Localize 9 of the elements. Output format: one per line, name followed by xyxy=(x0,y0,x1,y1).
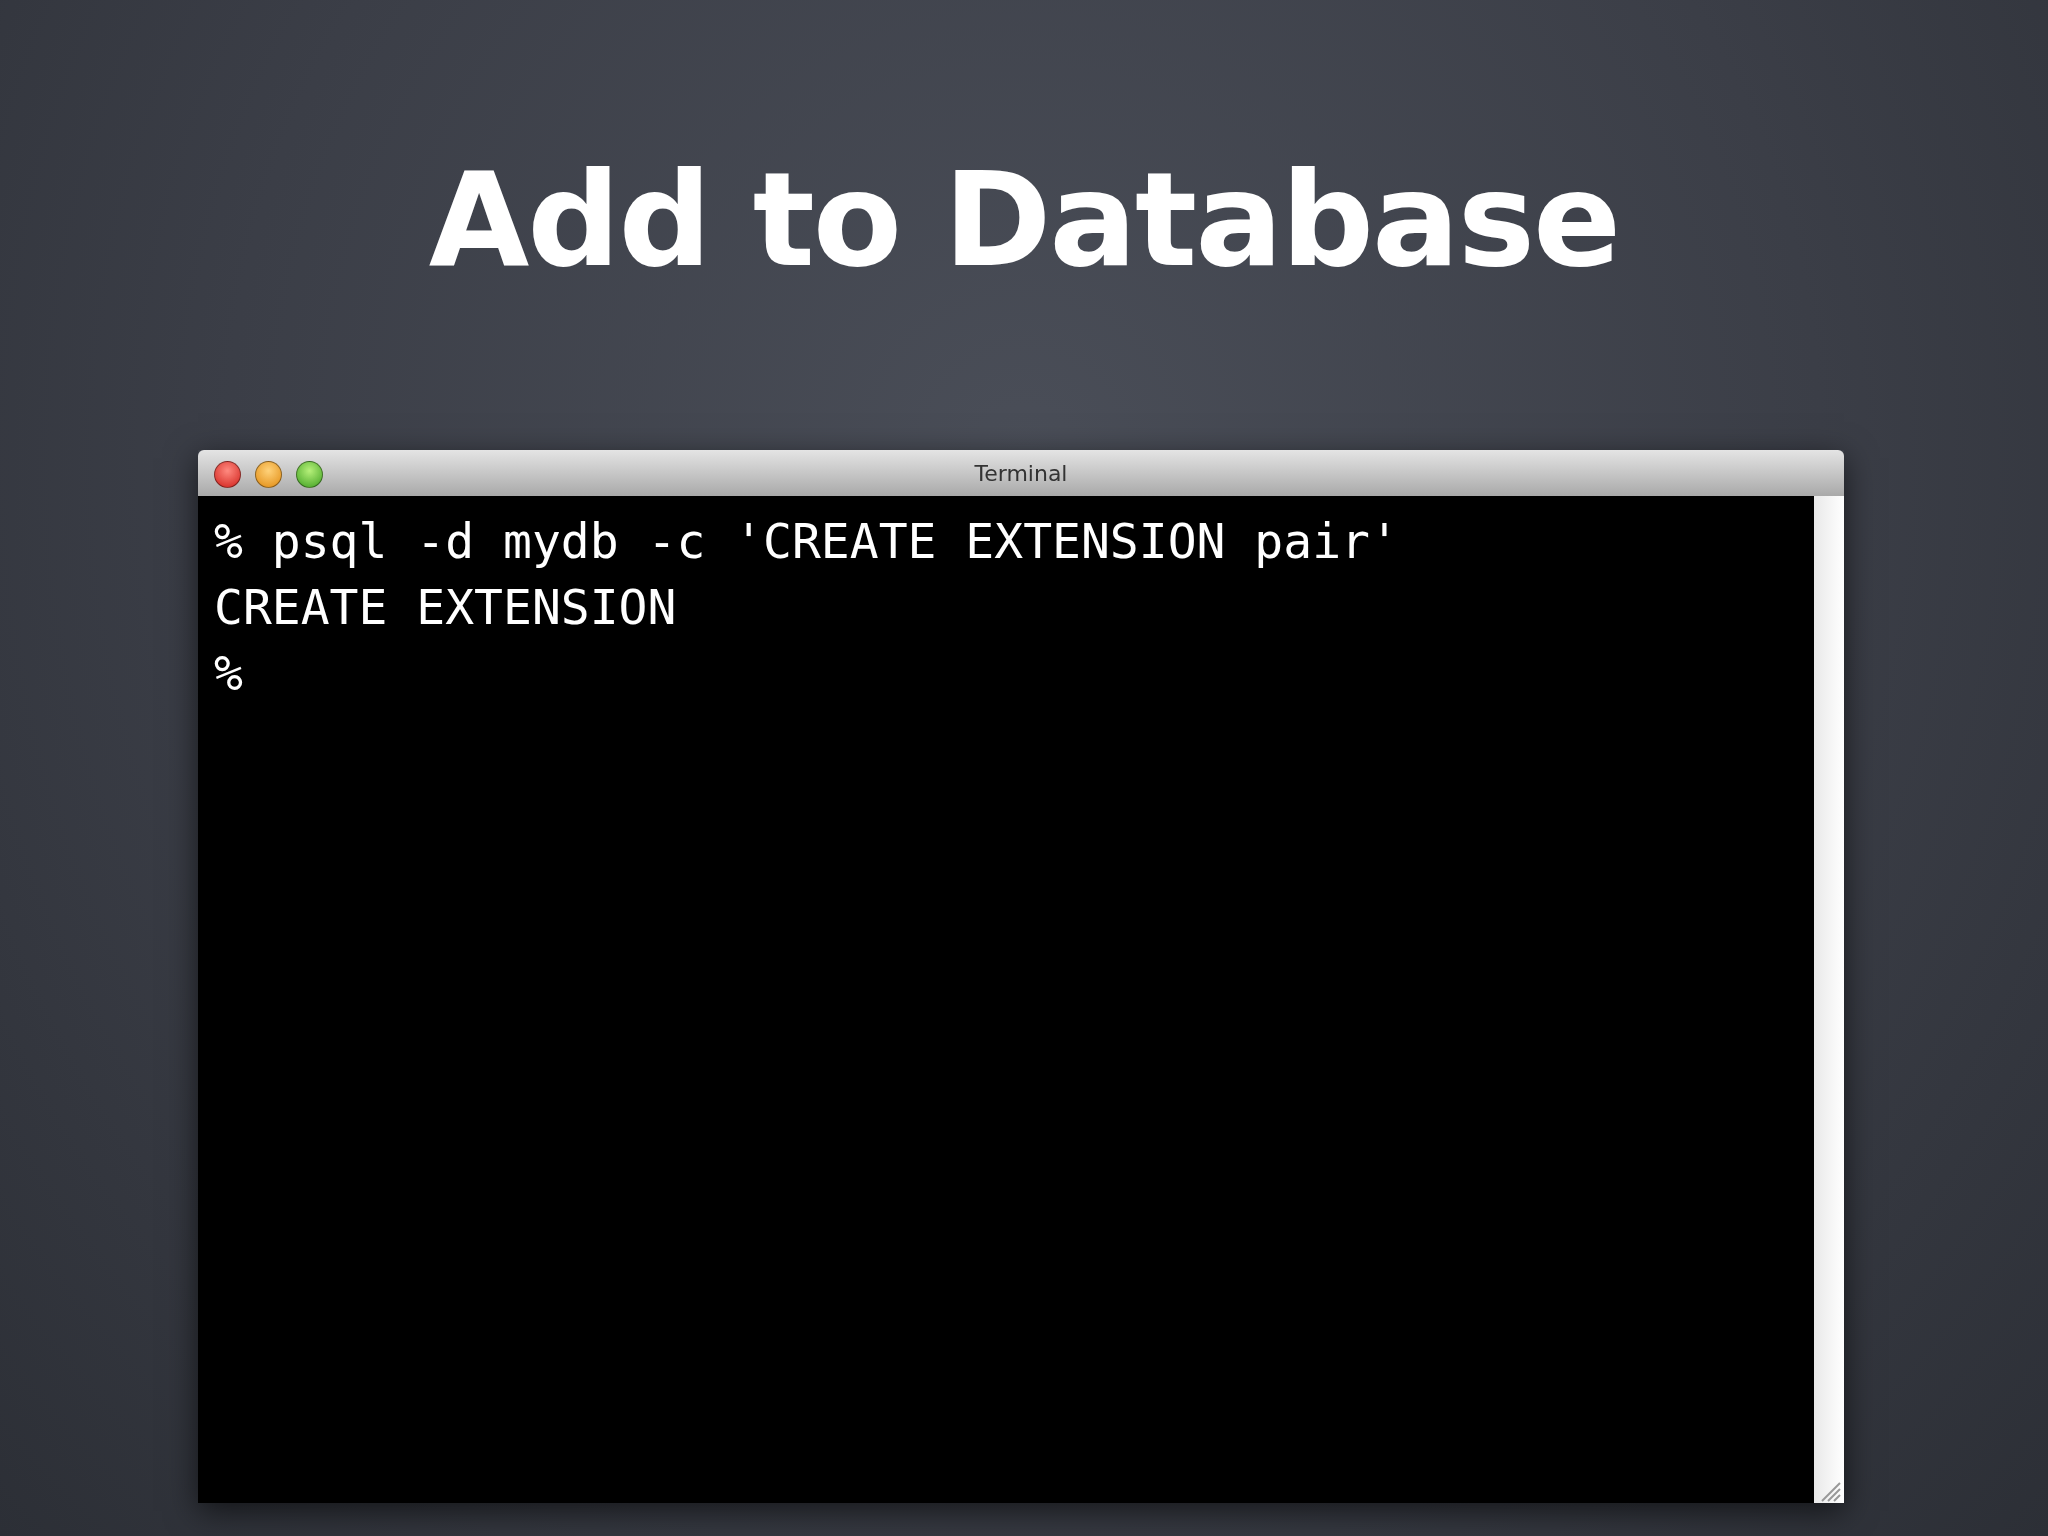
slide-title: Add to Database xyxy=(427,143,1621,298)
close-button[interactable] xyxy=(214,461,241,488)
zoom-button[interactable] xyxy=(296,461,323,488)
terminal-line: % xyxy=(214,644,243,703)
window-title: Terminal xyxy=(974,459,1068,488)
terminal-line: % psql -d mydb -c 'CREATE EXTENSION pair' xyxy=(214,512,1399,571)
scroll-bar[interactable] xyxy=(1814,496,1844,1503)
minimize-button[interactable] xyxy=(255,461,282,488)
terminal-line: CREATE EXTENSION xyxy=(214,578,677,637)
